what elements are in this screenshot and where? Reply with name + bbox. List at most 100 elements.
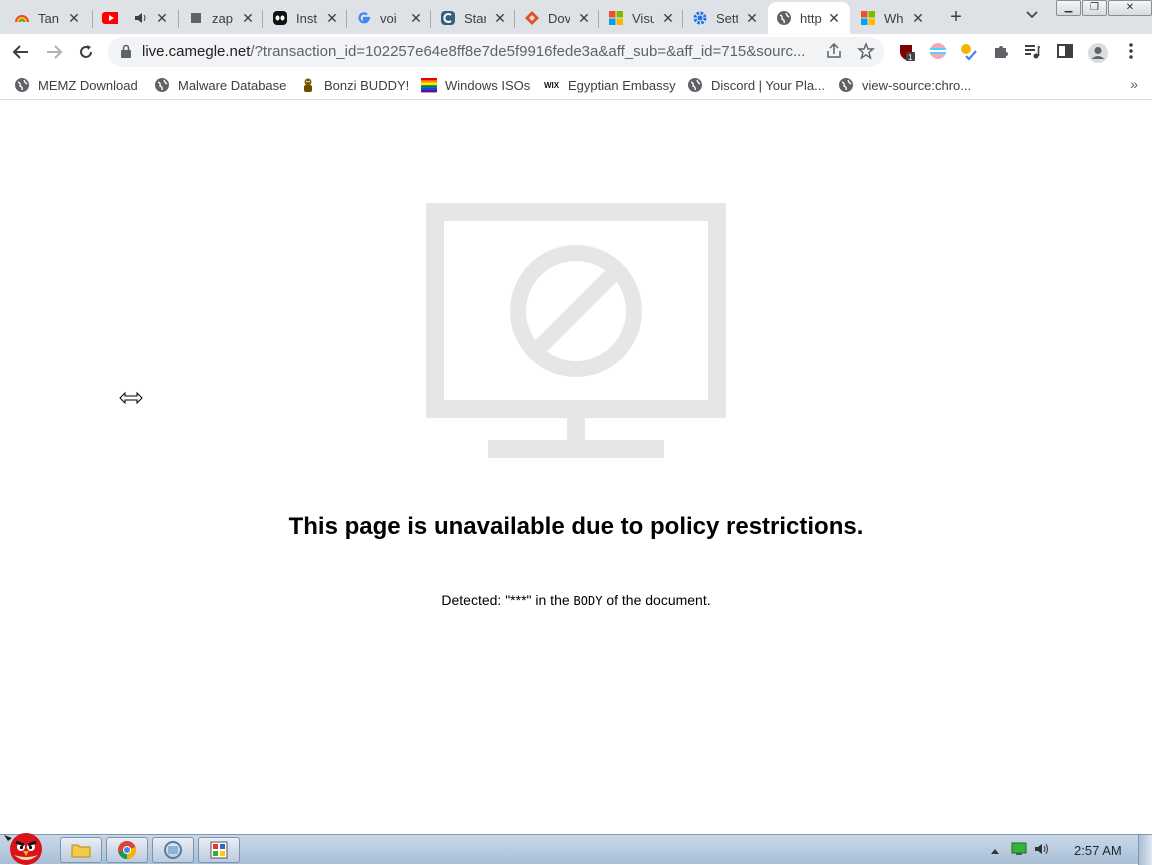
- blocked-monitor-icon: [426, 203, 726, 458]
- more-bookmarks-chevron-icon[interactable]: »: [1130, 76, 1138, 92]
- angry-bird-start-icon[interactable]: [2, 827, 50, 865]
- tab-title: Tan: [38, 10, 59, 26]
- bookmark-label: Malware Database: [178, 77, 287, 93]
- windows-icon: [860, 10, 876, 26]
- bookmark-memz[interactable]: MEMZ Download: [14, 76, 138, 94]
- bookmark-star-icon[interactable]: [856, 42, 876, 62]
- share-icon[interactable]: [824, 42, 844, 62]
- bookmark-malware-database[interactable]: Malware Database: [154, 76, 286, 94]
- tab-6[interactable]: Star ✕: [432, 2, 516, 34]
- taskbar-chrome-button[interactable]: [106, 837, 148, 863]
- close-icon[interactable]: ✕: [66, 10, 82, 26]
- bookmarks-bar: MEMZ Download Malware Database Bonzi BUD…: [0, 70, 1152, 100]
- show-desktop-button[interactable]: [1138, 835, 1152, 865]
- taskbar-explorer-button[interactable]: [60, 837, 102, 863]
- tab-4[interactable]: Inst ✕: [264, 2, 348, 34]
- tab-separator: [598, 10, 599, 28]
- close-icon[interactable]: ✕: [910, 10, 926, 26]
- ublock-origin-icon[interactable]: 1: [897, 42, 917, 62]
- forward-button[interactable]: [42, 40, 66, 64]
- tab-strip: Tan ✕ ✕ zap ✕ Inst ✕ voi ✕ Star ✕ Dov ✕ …: [0, 0, 1152, 34]
- profile-avatar-icon[interactable]: [1087, 42, 1108, 63]
- close-icon[interactable]: ✕: [492, 10, 508, 26]
- close-icon[interactable]: ✕: [660, 10, 676, 26]
- bookmark-label: view-source:chro...: [862, 77, 972, 93]
- tab-9[interactable]: Sett ✕: [684, 2, 768, 34]
- address-bar[interactable]: live.camegle.net/?transaction_id=102257e…: [108, 37, 884, 67]
- bookmark-egyptian-embassy[interactable]: WIX Egyptian Embassy: [544, 76, 676, 94]
- detected-prefix: Detected: ": [441, 592, 511, 608]
- close-icon[interactable]: ✕: [744, 10, 760, 26]
- extension-flag-icon[interactable]: [928, 42, 948, 62]
- svg-text:WIX: WIX: [544, 81, 560, 90]
- tab-separator: [92, 10, 93, 28]
- tab-title: Dov: [548, 10, 570, 26]
- detected-message: Detected: "***" in the BODY of the docum…: [0, 592, 1152, 608]
- url-text[interactable]: live.camegle.net/?transaction_id=102257e…: [142, 43, 822, 60]
- network-status-icon[interactable]: [1011, 842, 1027, 859]
- browser-toolbar: live.camegle.net/?transaction_id=102257e…: [0, 34, 1152, 70]
- square-icon: [188, 10, 204, 26]
- tab-separator: [514, 10, 515, 28]
- new-tab-button[interactable]: +: [944, 6, 968, 30]
- menu-kebab-icon[interactable]: [1121, 42, 1141, 62]
- tab-title: Wh: [884, 10, 904, 26]
- bookmark-discord[interactable]: Discord | Your Pla...: [687, 76, 825, 94]
- minimize-button[interactable]: ▁: [1056, 0, 1081, 16]
- tab-11[interactable]: Wh ✕: [852, 2, 934, 34]
- tab-title: Visu: [632, 10, 654, 26]
- back-button[interactable]: [9, 40, 33, 64]
- lock-icon[interactable]: [120, 44, 132, 58]
- close-icon[interactable]: ✕: [576, 10, 592, 26]
- tab-title: http: [800, 10, 822, 26]
- bookmark-label: Windows ISOs: [445, 77, 531, 93]
- restore-button[interactable]: ❐: [1082, 0, 1107, 16]
- tab-separator: [262, 10, 263, 28]
- tab-separator: [430, 10, 431, 28]
- extensions-puzzle-icon[interactable]: [991, 42, 1011, 62]
- extension-check-icon[interactable]: [959, 42, 979, 62]
- globe-icon: [14, 77, 30, 93]
- close-icon[interactable]: ✕: [324, 10, 340, 26]
- media-queue-icon[interactable]: [1022, 42, 1042, 62]
- taskbar-network-app-button[interactable]: [152, 837, 194, 863]
- url-path: /?transaction_id=102257e64e8ff8e7de5f991…: [250, 43, 806, 60]
- tab-search-chevron-icon[interactable]: [1022, 7, 1042, 27]
- tab-separator: [682, 10, 683, 28]
- tab-title: zap: [212, 10, 233, 26]
- rainbow-icon: [14, 10, 30, 26]
- close-icon[interactable]: ✕: [408, 10, 424, 26]
- bookmark-windows-isos[interactable]: Windows ISOs: [421, 76, 530, 94]
- close-window-button[interactable]: ✕: [1108, 0, 1152, 16]
- close-icon[interactable]: ✕: [154, 10, 170, 26]
- close-icon[interactable]: ✕: [240, 10, 256, 26]
- reload-button[interactable]: [74, 40, 98, 64]
- tab-7[interactable]: Dov ✕: [516, 2, 600, 34]
- tab-8[interactable]: Visu ✕: [600, 2, 684, 34]
- globe-icon: [154, 77, 170, 93]
- tab-5[interactable]: voi ✕: [348, 2, 432, 34]
- side-panel-icon[interactable]: [1055, 42, 1075, 62]
- tab-separator: [346, 10, 347, 28]
- bookmark-bonzi-buddy[interactable]: Bonzi BUDDY!: [300, 76, 409, 94]
- tab-1[interactable]: Tan ✕: [6, 2, 90, 34]
- window-controls: ▁ ❐ ✕: [1056, 0, 1152, 18]
- detected-term: ***: [510, 592, 527, 608]
- tab-title: Inst: [296, 10, 317, 26]
- diamond-icon: [524, 10, 540, 26]
- close-icon[interactable]: ✕: [826, 10, 842, 26]
- windows-icon: [608, 10, 624, 26]
- volume-icon[interactable]: [1034, 842, 1050, 859]
- alien-icon: [272, 10, 288, 26]
- speaker-icon[interactable]: [132, 10, 148, 26]
- bookmark-view-source[interactable]: view-source:chro...: [838, 76, 971, 94]
- svg-text:1: 1: [908, 53, 913, 62]
- taskbar-clock[interactable]: 2:57 AM: [1074, 843, 1122, 858]
- tray-expand-icon[interactable]: [990, 844, 1000, 858]
- tab-2[interactable]: ✕: [94, 2, 178, 34]
- tab-10-active[interactable]: http ✕: [768, 2, 850, 34]
- policy-heading: This page is unavailable due to policy r…: [288, 513, 864, 540]
- google-icon: [356, 10, 372, 26]
- tab-3[interactable]: zap ✕: [180, 2, 264, 34]
- taskbar-paint-button[interactable]: [198, 837, 240, 863]
